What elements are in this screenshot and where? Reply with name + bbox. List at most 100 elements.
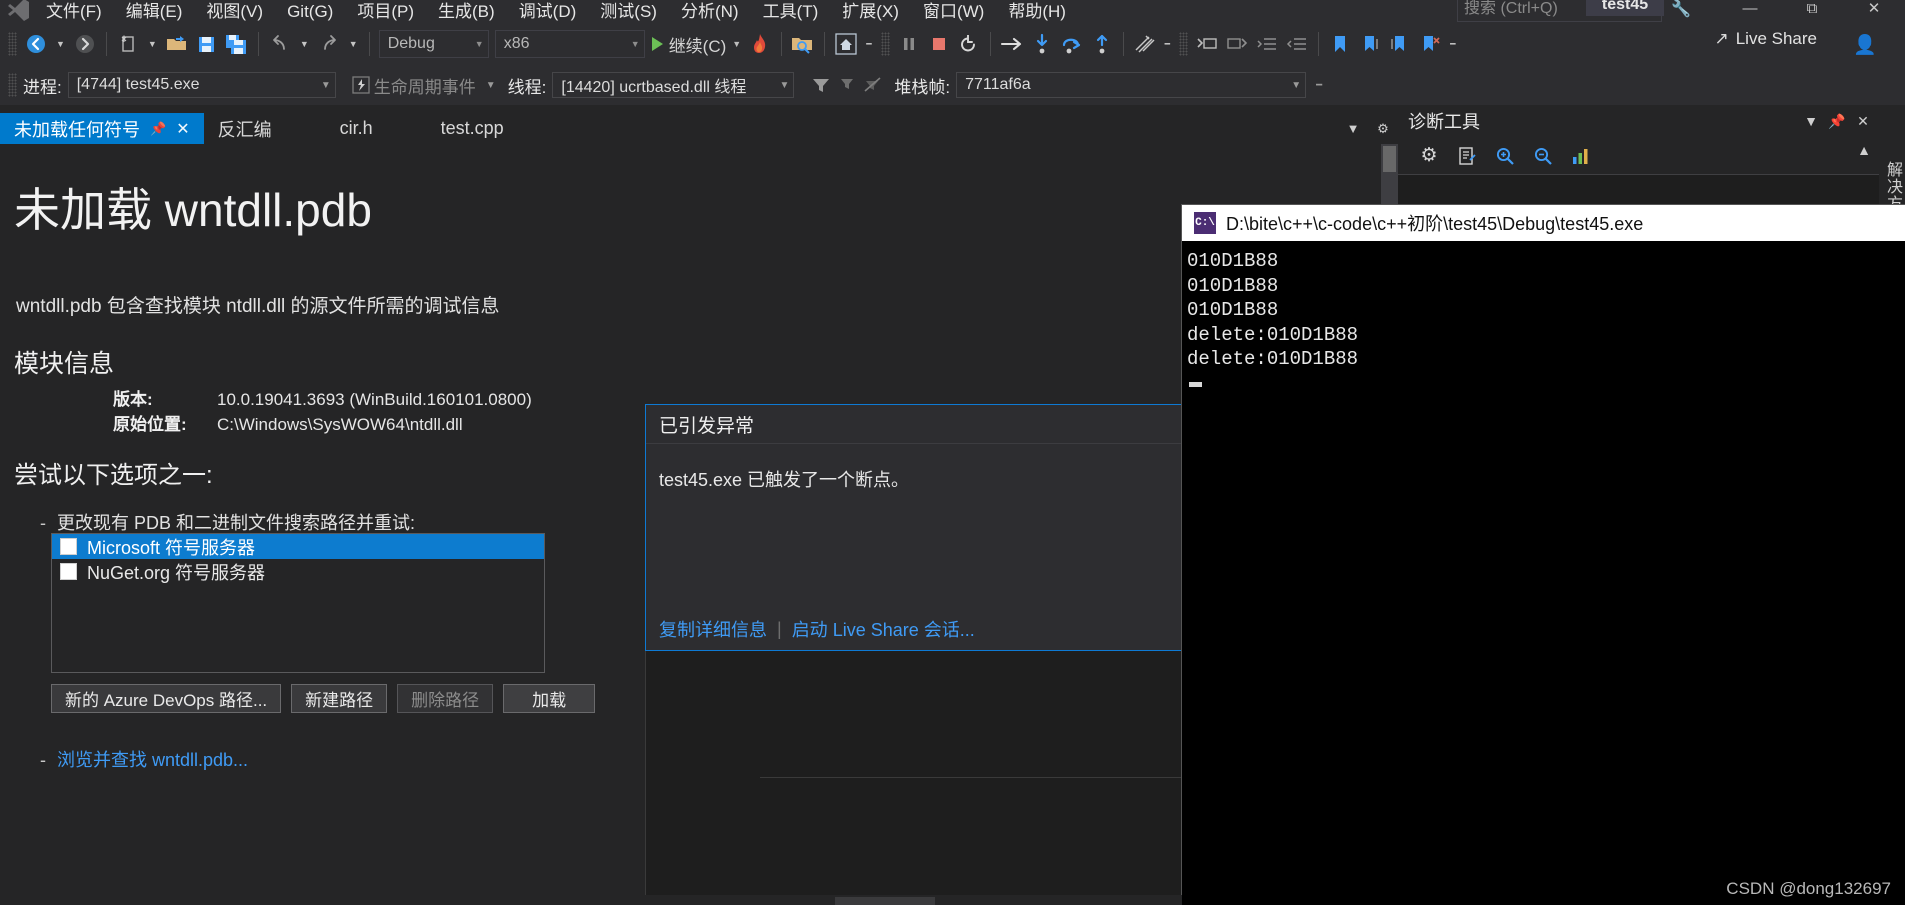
save-icon[interactable] (192, 28, 222, 60)
menu-item-window[interactable]: 窗口(W) (911, 0, 996, 23)
toolbar-grip[interactable] (880, 32, 890, 56)
gear-icon[interactable]: ⚙ (1368, 113, 1398, 144)
lifecycle-events-icon[interactable] (348, 71, 374, 99)
list-item-microsoft-symbol-server[interactable]: Microsoft 符号服务器 (52, 534, 544, 559)
previous-bookmark-icon[interactable] (1355, 28, 1385, 60)
pin-icon[interactable]: 📌 (150, 121, 166, 137)
comment-selection-icon[interactable] (1192, 28, 1222, 60)
redo-dropdown-icon[interactable]: ▼ (344, 28, 363, 60)
uncomment-selection-icon[interactable] (1222, 28, 1252, 60)
continue-button[interactable]: 继续(C) ▼ (648, 28, 746, 60)
delete-path-button[interactable]: 删除路径 (397, 684, 494, 713)
navigate-back-icon[interactable] (21, 28, 51, 60)
chart-icon[interactable] (1566, 141, 1596, 171)
code-style-icon[interactable] (1130, 28, 1160, 60)
home-icon[interactable] (831, 28, 861, 60)
tab-cir-h[interactable]: cir.h (326, 113, 387, 144)
show-next-statement-icon[interactable] (997, 28, 1027, 60)
chevron-down-icon[interactable]: ▼ (476, 80, 506, 91)
new-azure-devops-path-button[interactable]: 新的 Azure DevOps 路径... (51, 684, 282, 713)
debug-toolbar-overflow-icon[interactable]: ━ (1306, 80, 1332, 91)
close-button[interactable]: ✕ (1843, 0, 1905, 20)
copy-details-link[interactable]: 复制详细信息 (659, 616, 767, 642)
checkbox[interactable] (60, 538, 77, 555)
browse-and-find-link[interactable]: 浏览并查找 wntdll.pdb... (57, 750, 248, 770)
menu-item-help[interactable]: 帮助(H) (996, 0, 1078, 23)
tab-no-symbols-loaded[interactable]: 未加载任何符号 📌 ✕ (0, 113, 204, 144)
close-icon[interactable]: ✕ (1853, 107, 1873, 135)
save-all-icon[interactable] (222, 28, 252, 60)
step-over-icon[interactable] (1057, 28, 1087, 60)
minimize-button[interactable]: — (1719, 0, 1781, 20)
scrollbar-thumb[interactable] (1383, 146, 1396, 172)
list-item-nuget-symbol-server[interactable]: NuGet.org 符号服务器 (52, 559, 544, 584)
stop-icon[interactable] (924, 28, 954, 60)
menu-item-project[interactable]: 项目(P) (345, 0, 426, 23)
tab-disassembly[interactable]: 反汇编 (204, 113, 286, 144)
tab-list-dropdown-icon[interactable]: ▼ (1338, 113, 1368, 144)
menu-item-test[interactable]: 测试(S) (588, 0, 669, 23)
menu-item-git[interactable]: Git(G) (275, 0, 345, 23)
zoom-out-icon[interactable] (1528, 141, 1558, 171)
undo-dropdown-icon[interactable]: ▼ (295, 28, 314, 60)
attach-to-process-icon[interactable] (788, 28, 818, 60)
indent-decrease-icon[interactable] (1252, 28, 1282, 60)
solution-configuration-combo[interactable]: Debug ▼ (378, 30, 489, 58)
report-icon[interactable] (1452, 141, 1482, 171)
restart-icon[interactable] (954, 28, 984, 60)
open-folder-icon[interactable] (162, 28, 192, 60)
clear-bookmarks-icon[interactable] (1415, 28, 1445, 60)
bottom-panel-tab[interactable] (835, 897, 935, 905)
pause-icon[interactable] (894, 28, 924, 60)
menu-item-extensions[interactable]: 扩展(X) (830, 0, 911, 23)
load-button[interactable]: 加载 (503, 684, 596, 713)
undo-icon[interactable] (265, 28, 295, 60)
solution-platform-combo[interactable]: x86 ▼ (494, 30, 645, 58)
unflag-threads-icon[interactable] (860, 71, 886, 99)
bookmarks-overflow-icon[interactable]: ━ (1445, 28, 1460, 60)
indent-increase-icon[interactable] (1282, 28, 1312, 60)
tab-test-cpp[interactable]: test.cpp (427, 113, 518, 144)
menu-item-tools[interactable]: 工具(T) (751, 0, 831, 23)
toolbar-grip[interactable] (1179, 32, 1189, 56)
symbol-server-list[interactable]: Microsoft 符号服务器 NuGet.org 符号服务器 (51, 533, 545, 673)
pin-icon[interactable]: 📌 (1827, 107, 1847, 135)
redo-icon[interactable] (314, 28, 344, 60)
menu-item-edit[interactable]: 编辑(E) (114, 0, 195, 23)
chevron-down-icon[interactable]: ▼ (1801, 107, 1821, 135)
menu-item-build[interactable]: 生成(B) (426, 0, 507, 23)
process-combo[interactable]: [4744] test45.exe ▼ (67, 72, 336, 98)
new-path-button[interactable]: 新建路径 (291, 684, 388, 713)
menu-item-file[interactable]: 文件(F) (34, 0, 114, 23)
new-item-dropdown-icon[interactable]: ▼ (143, 28, 162, 60)
toolbar-grip[interactable] (8, 73, 17, 97)
step-into-icon[interactable] (1027, 28, 1057, 60)
zoom-in-icon[interactable] (1490, 141, 1520, 171)
menu-item-analyze[interactable]: 分析(N) (669, 0, 751, 23)
navigate-back-dropdown-icon[interactable]: ▼ (51, 28, 70, 60)
menu-item-view[interactable]: 视图(V) (194, 0, 275, 23)
toolbar-grip[interactable] (8, 32, 17, 56)
filter-icon[interactable] (808, 71, 834, 99)
checkbox[interactable] (60, 563, 77, 580)
home-dropdown-icon[interactable]: ━ (861, 28, 876, 60)
console-window[interactable]: C:\ D:\bite\c++\c-code\c++初阶\test45\Debu… (1182, 205, 1905, 905)
step-out-icon[interactable] (1087, 28, 1117, 60)
flag-threads-icon[interactable] (834, 71, 860, 99)
gear-icon[interactable]: ⚙ (1414, 141, 1444, 171)
new-item-icon[interactable] (113, 28, 143, 60)
account-icon[interactable]: 👤 (1853, 33, 1877, 57)
restore-button[interactable]: ⧉ (1781, 0, 1843, 20)
bookmark-icon[interactable] (1325, 28, 1355, 60)
live-share-button[interactable]: ↗ Live Share (1714, 29, 1817, 49)
hot-reload-icon[interactable] (745, 28, 775, 60)
navigate-forward-icon[interactable] (70, 28, 100, 60)
chevron-up-icon[interactable]: ▲ (1857, 142, 1871, 158)
start-live-share-session-link[interactable]: 启动 Live Share 会话... (792, 616, 975, 642)
code-style-dropdown-icon[interactable]: ━ (1160, 28, 1175, 60)
menu-item-debug[interactable]: 调试(D) (507, 0, 589, 23)
thread-combo[interactable]: [14420] ucrtbased.dll 线程 ▼ (552, 72, 795, 98)
close-icon[interactable]: ✕ (176, 119, 189, 139)
next-bookmark-icon[interactable] (1385, 28, 1415, 60)
stack-frame-combo[interactable]: 7711af6a ▼ (956, 72, 1307, 98)
